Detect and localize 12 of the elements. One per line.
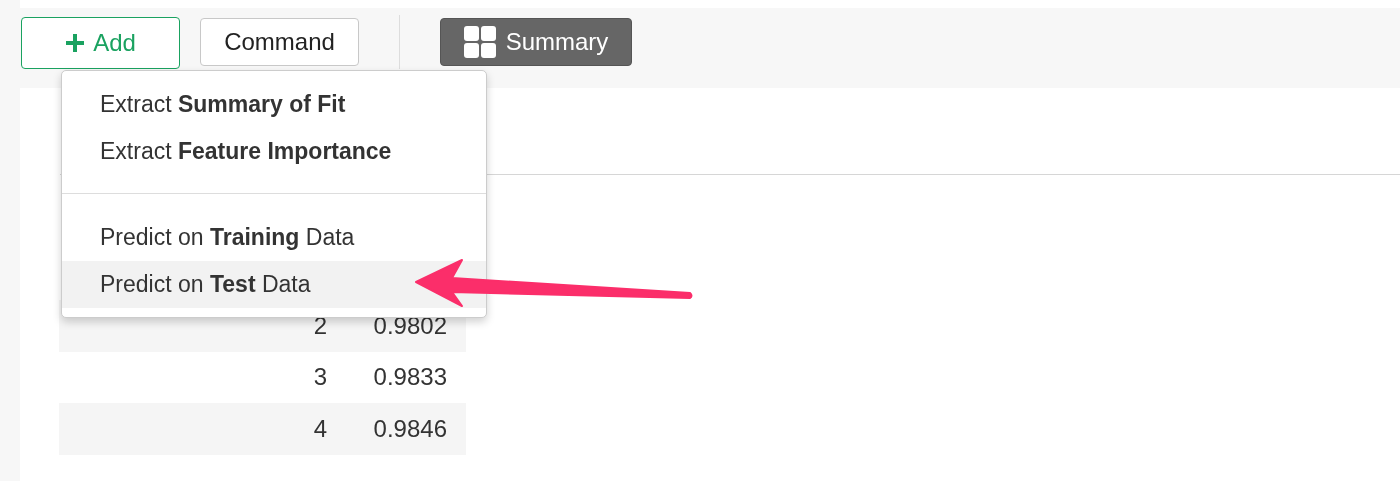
menu-item[interactable]: Predict on Training Data — [62, 214, 486, 261]
menu-item[interactable]: Predict on Test Data — [62, 261, 486, 308]
command-button[interactable]: Command — [200, 18, 359, 66]
grid-icon — [463, 26, 496, 58]
summary-view-button[interactable]: Summary — [440, 18, 632, 66]
table-cell-text: 3 — [312, 363, 327, 392]
table-cell-text: 0.9833 — [372, 363, 447, 392]
plus-icon — [65, 33, 86, 53]
table-cell-text: 0.9846 — [372, 414, 447, 443]
menu-item[interactable]: Extract Summary of Fit — [62, 81, 486, 128]
table-cell-text: 4 — [312, 414, 327, 443]
menu-item[interactable]: Extract Feature Importance — [62, 128, 486, 175]
